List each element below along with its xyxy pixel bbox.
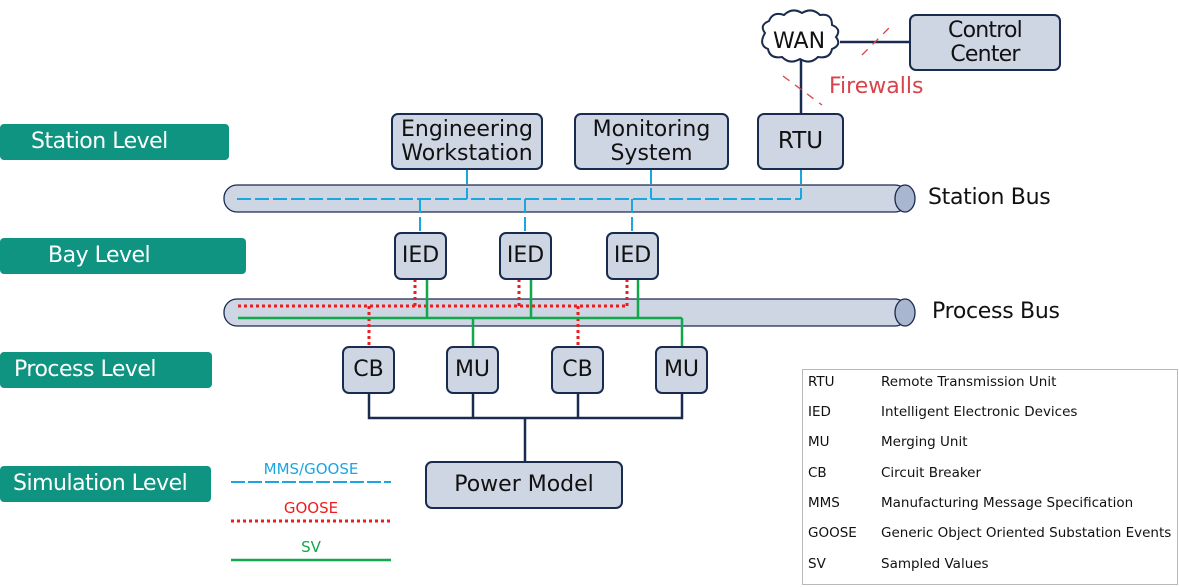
monitoring-system-node: Monitoring System xyxy=(574,113,729,170)
control-center-node: Control Center xyxy=(909,14,1061,71)
cb-node: CB xyxy=(551,346,604,394)
rtu-node: RTU xyxy=(757,113,844,170)
mu-node: MU xyxy=(655,346,708,394)
level-process: Process Level xyxy=(0,352,212,388)
abbreviation-legend: RTU Remote Transmission Unit IED Intellige… xyxy=(802,369,1178,585)
legend-abbr: MMS xyxy=(808,495,840,511)
level-bay: Bay Level xyxy=(0,238,246,274)
level-station: Station Level xyxy=(0,124,229,160)
legend-full: Manufacturing Message Specification xyxy=(881,495,1134,511)
process-bus-label: Process Bus xyxy=(932,299,1060,324)
line-key-sv: SV xyxy=(301,538,321,556)
firewalls-label: Firewalls xyxy=(829,74,924,99)
station-bus-label: Station Bus xyxy=(928,185,1051,210)
wan-label: WAN xyxy=(773,29,826,54)
process-bus xyxy=(223,298,916,327)
cb-node: CB xyxy=(342,346,395,394)
legend-abbr: GOOSE xyxy=(808,525,857,541)
mu-node: MU xyxy=(446,346,499,394)
legend-full: Circuit Breaker xyxy=(881,465,982,481)
legend-full: Generic Object Oriented Substation Event… xyxy=(881,525,1172,541)
legend-full: Intelligent Electronic Devices xyxy=(881,404,1078,420)
ied-node: IED xyxy=(606,232,659,280)
legend-full: Sampled Values xyxy=(881,556,989,572)
legend-full: Merging Unit xyxy=(881,434,968,450)
legend-abbr: CB xyxy=(808,465,827,481)
ied-node: IED xyxy=(499,232,552,280)
legend-full: Remote Transmission Unit xyxy=(881,374,1057,390)
line-key-goose: GOOSE xyxy=(283,499,339,517)
power-model-node: Power Model xyxy=(425,461,623,509)
line-key-mms-goose: MMS/GOOSE xyxy=(263,460,359,478)
legend-abbr: MU xyxy=(808,434,830,450)
engineering-workstation-node: Engineering Workstation xyxy=(391,113,543,170)
ied-node: IED xyxy=(394,232,447,280)
level-simulation: Simulation Level xyxy=(0,466,211,502)
legend-abbr: IED xyxy=(808,404,831,420)
legend-abbr: RTU xyxy=(808,374,835,390)
legend-abbr: SV xyxy=(808,556,826,572)
